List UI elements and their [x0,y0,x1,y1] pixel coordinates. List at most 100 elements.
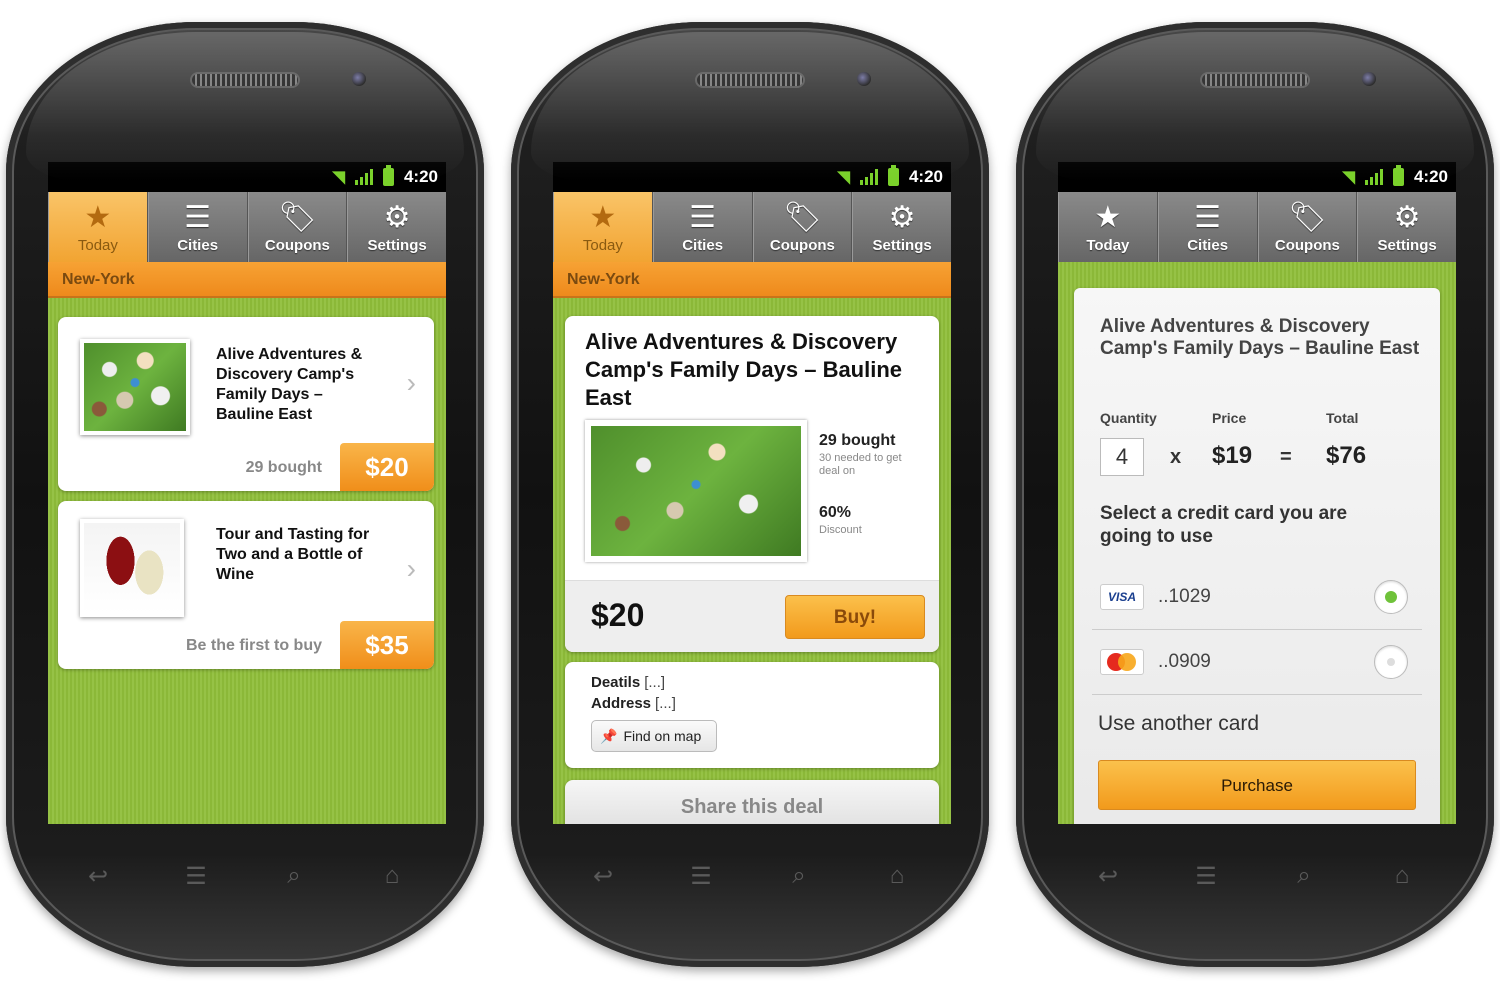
back-icon[interactable]: ↩ [76,862,120,891]
deal-image [80,519,184,617]
tab-today[interactable]: ★ Today [1058,192,1158,262]
gear-icon: ⚙ [1393,200,1421,234]
battery-icon [887,165,899,186]
tags-icon: 🏷 [783,200,822,234]
details-label: Deatils [591,674,641,691]
address-value: [...] [655,695,676,712]
card-number: ..0909 [1158,651,1211,672]
search-icon[interactable]: ⌕ [777,862,821,890]
tab-settings[interactable]: ⚙ Settings [1357,192,1456,262]
tab-label: Coupons [264,236,330,254]
city-bar[interactable]: New-York [553,262,951,298]
tab-label: Settings [367,236,427,254]
screen-today: ◥ 4:20 ★ Today ☰ Cities 🏷 Coupons ⚙ Settings… [48,162,446,824]
tab-settings[interactable]: ⚙ Settings [852,192,951,262]
card-radio[interactable] [1374,645,1408,679]
city-bar[interactable]: New-York [48,262,446,298]
gear-icon: ⚙ [888,200,916,234]
details-row[interactable]: Deatils [...] [591,674,665,691]
tab-label: Settings [1377,236,1437,254]
tab-today[interactable]: ★ Today [553,192,653,262]
price-tag: $20 [340,443,434,491]
buy-button[interactable]: Buy! [785,595,925,639]
deal-bought-count: 29 bought [245,459,322,476]
deal-title: Alive Adventures & Discovery Camp's Fami… [216,346,363,423]
back-icon[interactable]: ↩ [581,862,625,891]
card-number: ..1029 [1158,586,1211,607]
deal-image [80,339,190,435]
deal-card-1[interactable]: Alive Adventures & Discovery Camp's Fami… [58,317,434,491]
deal-title: Alive Adventures & Discovery Camp's Fami… [585,329,903,410]
speaker-grille [695,72,805,88]
use-another-card-link[interactable]: Use another card [1098,712,1259,736]
tab-label: Today [1086,236,1130,254]
deal-title: Tour and Tasting for Two and a Bottle of… [216,526,370,583]
clock: 4:20 [908,167,943,186]
unit-price: $19 [1212,442,1253,469]
list-icon: ☰ [1194,200,1222,234]
search-icon[interactable]: ⌕ [1282,862,1326,890]
tab-bar: ★ Today ☰ Cities 🏷 Coupons ⚙ Settings [48,192,446,262]
menu-icon[interactable]: ☰ [174,862,218,891]
home-icon[interactable]: ⌂ [1380,862,1424,890]
search-icon[interactable]: ⌕ [272,862,316,890]
quantity-input[interactable]: 4 [1100,438,1144,476]
phone-1: ◥ 4:20 ★ Today ☰ Cities 🏷 Coupons ⚙ Settings… [6,22,484,967]
tab-label: Today [77,236,118,254]
tab-coupons[interactable]: 🏷 Coupons [752,192,853,262]
tab-bar: ★ Today ☰ Cities 🏷 Coupons ⚙ Settings [553,192,951,262]
tab-cities[interactable]: ☰ Cities [1157,192,1258,262]
quantity-label: Quantity [1100,410,1157,426]
tags-icon: 🏷 [278,200,317,234]
star-icon: ★ [84,200,112,234]
soft-keys: ↩ ☰ ⌕ ⌂ [581,861,919,891]
back-icon[interactable]: ↩ [1086,862,1130,891]
wifi-icon: ◥ [837,169,850,186]
find-on-map-label: Find on map [623,728,702,744]
deal-card-2[interactable]: Tour and Tasting for Two and a Bottle of… [58,501,434,669]
gear-icon: ⚙ [383,200,411,234]
card-option-visa[interactable]: VISA ..1029 [1092,566,1422,630]
tab-label: Cities [177,236,219,254]
bought-count: 29 bought [819,432,896,449]
battery-icon [1392,165,1404,186]
deal-detail-card: Alive Adventures & Discovery Camp's Fami… [565,316,939,652]
tags-icon: 🏷 [1288,200,1327,234]
home-icon[interactable]: ⌂ [875,862,919,890]
deal-price: $20 [591,597,645,633]
tab-coupons[interactable]: 🏷 Coupons [1257,192,1358,262]
total-price: $76 [1326,442,1367,469]
menu-icon[interactable]: ☰ [1184,862,1228,891]
visa-icon: VISA [1100,584,1144,610]
tab-label: Cities [682,236,724,254]
tab-settings[interactable]: ⚙ Settings [347,192,446,262]
chevron-right-icon: › [406,367,416,398]
tab-coupons[interactable]: 🏷 Coupons [247,192,348,262]
tab-today[interactable]: ★ Today [48,192,148,262]
card-option-mastercard[interactable]: ..0909 [1092,631,1422,695]
discount-value: 60% [819,504,852,521]
deal-bought-count: Be the first to buy [185,637,322,654]
speaker-grille [190,72,300,88]
phone-3: ◥ 4:20 ★ Today ☰ Cities 🏷 Coupons ⚙ Settings… [1016,22,1494,967]
card-radio-selected[interactable] [1374,580,1408,614]
address-row[interactable]: Address [...] [591,695,676,712]
front-camera [352,72,366,86]
address-label: Address [591,695,652,712]
signal-icon [859,169,878,185]
find-on-map-button[interactable]: 📌 Find on map [591,720,717,752]
tab-cities[interactable]: ☰ Cities [652,192,753,262]
screen-checkout: ◥ 4:20 ★ Today ☰ Cities 🏷 Coupons ⚙ Settings… [1058,162,1456,824]
status-bar: ◥ 4:20 [48,162,446,192]
checkout-card: Alive Adventures & Discovery Camp's Fami… [1074,288,1440,824]
home-icon[interactable]: ⌂ [370,862,414,890]
menu-icon[interactable]: ☰ [679,862,723,891]
signal-icon [1364,169,1383,185]
share-deal-button[interactable]: Share this deal [565,780,939,824]
purchase-button[interactable]: Purchase [1098,760,1416,810]
star-icon: ★ [589,200,617,234]
select-card-heading: Select a credit card you are going to us… [1100,503,1348,547]
checkout-deal-title: Alive Adventures & Discovery Camp's Fami… [1100,316,1420,359]
tab-cities[interactable]: ☰ Cities [147,192,248,262]
screen-deal-detail: ◥ 4:20 ★ Today ☰ Cities 🏷 Coupons ⚙ Settings… [553,162,951,824]
